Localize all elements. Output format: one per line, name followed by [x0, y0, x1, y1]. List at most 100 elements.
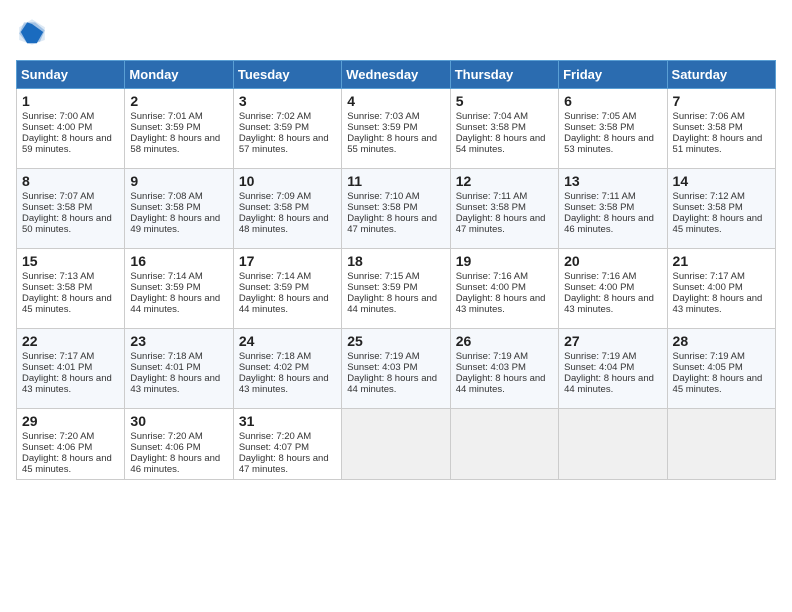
calendar-cell: 15Sunrise: 7:13 AMSunset: 3:58 PMDayligh… [17, 249, 125, 329]
calendar-cell: 24Sunrise: 7:18 AMSunset: 4:02 PMDayligh… [233, 329, 341, 409]
sunrise: Sunrise: 7:20 AM [22, 431, 94, 442]
calendar-cell: 12Sunrise: 7:11 AMSunset: 3:58 PMDayligh… [450, 169, 558, 249]
calendar-table: SundayMondayTuesdayWednesdayThursdayFrid… [16, 60, 776, 480]
day-number: 19 [456, 253, 553, 269]
day-number: 10 [239, 173, 336, 189]
daylight: Daylight: 8 hours and 58 minutes. [130, 133, 220, 155]
day-number: 8 [22, 173, 119, 189]
calendar-cell [559, 409, 667, 480]
daylight: Daylight: 8 hours and 45 minutes. [673, 373, 763, 395]
calendar-cell: 22Sunrise: 7:17 AMSunset: 4:01 PMDayligh… [17, 329, 125, 409]
daylight: Daylight: 8 hours and 47 minutes. [347, 213, 437, 235]
sunset: Sunset: 3:59 PM [347, 122, 417, 133]
calendar-cell: 30Sunrise: 7:20 AMSunset: 4:06 PMDayligh… [125, 409, 233, 480]
day-number: 4 [347, 93, 444, 109]
daylight: Daylight: 8 hours and 46 minutes. [564, 213, 654, 235]
sunset: Sunset: 4:00 PM [673, 282, 743, 293]
calendar-cell: 14 Sunrise: 7:12 AMSunset: 3:58 PMDayligh… [667, 169, 775, 249]
daylight: Daylight: 8 hours and 48 minutes. [239, 213, 329, 235]
sunset: Sunset: 3:58 PM [673, 202, 743, 213]
sunrise: Sunrise: 7:05 AM [564, 111, 636, 122]
daylight: Daylight: 8 hours and 47 minutes. [456, 213, 546, 235]
day-number: 15 [22, 253, 119, 269]
calendar-week-row: 29Sunrise: 7:20 AMSunset: 4:06 PMDayligh… [17, 409, 776, 480]
sunset: Sunset: 3:58 PM [673, 122, 743, 133]
day-number: 17 [239, 253, 336, 269]
sunset: Sunset: 4:01 PM [22, 362, 92, 373]
calendar-cell: 2Sunrise: 7:01 AMSunset: 3:59 PMDaylight… [125, 89, 233, 169]
sunset: Sunset: 3:58 PM [239, 202, 309, 213]
sunrise: Sunrise: 7:19 AM [673, 351, 745, 362]
calendar-cell: 25Sunrise: 7:19 AMSunset: 4:03 PMDayligh… [342, 329, 450, 409]
sunrise: Sunrise: 7:17 AM [673, 271, 745, 282]
calendar-cell: 20Sunrise: 7:16 AMSunset: 4:00 PMDayligh… [559, 249, 667, 329]
day-number: 27 [564, 333, 661, 349]
day-number: 31 [239, 413, 336, 429]
day-header-monday: Monday [125, 61, 233, 89]
day-number: 28 [673, 333, 770, 349]
daylight: Daylight: 8 hours and 44 minutes. [456, 373, 546, 395]
sunset: Sunset: 3:58 PM [130, 202, 200, 213]
calendar-cell: 7Sunrise: 7:06 AMSunset: 3:58 PMDaylight… [667, 89, 775, 169]
daylight: Daylight: 8 hours and 43 minutes. [239, 373, 329, 395]
daylight: Daylight: 8 hours and 54 minutes. [456, 133, 546, 155]
day-number: 2 [130, 93, 227, 109]
sunrise: Sunrise: 7:10 AM [347, 191, 419, 202]
day-number: 9 [130, 173, 227, 189]
sunrise: Sunrise: 7:20 AM [239, 431, 311, 442]
calendar-cell: 23Sunrise: 7:18 AMSunset: 4:01 PMDayligh… [125, 329, 233, 409]
day-number: 14 [673, 173, 770, 189]
daylight: Daylight: 8 hours and 44 minutes. [130, 293, 220, 315]
daylight: Daylight: 8 hours and 43 minutes. [130, 373, 220, 395]
sunset: Sunset: 4:03 PM [347, 362, 417, 373]
sunset: Sunset: 4:01 PM [130, 362, 200, 373]
sunset: Sunset: 3:58 PM [564, 202, 634, 213]
daylight: Daylight: 8 hours and 45 minutes. [673, 213, 763, 235]
logo-icon [16, 16, 48, 48]
day-header-tuesday: Tuesday [233, 61, 341, 89]
sunset: Sunset: 3:59 PM [130, 282, 200, 293]
sunrise: Sunrise: 7:14 AM [239, 271, 311, 282]
sunset: Sunset: 4:06 PM [22, 442, 92, 453]
calendar-cell: 21Sunrise: 7:17 AMSunset: 4:00 PMDayligh… [667, 249, 775, 329]
sunrise: Sunrise: 7:09 AM [239, 191, 311, 202]
sunrise: Sunrise: 7:19 AM [564, 351, 636, 362]
calendar-cell [667, 409, 775, 480]
sunset: Sunset: 4:04 PM [564, 362, 634, 373]
sunrise: Sunrise: 7:11 AM [564, 191, 636, 202]
calendar-cell: 29Sunrise: 7:20 AMSunset: 4:06 PMDayligh… [17, 409, 125, 480]
sunset: Sunset: 3:59 PM [239, 122, 309, 133]
sunrise: Sunrise: 7:18 AM [239, 351, 311, 362]
day-header-saturday: Saturday [667, 61, 775, 89]
sunrise: Sunrise: 7:16 AM [456, 271, 528, 282]
day-number: 16 [130, 253, 227, 269]
sunrise: Sunrise: 7:06 AM [673, 111, 745, 122]
sunset: Sunset: 4:00 PM [22, 122, 92, 133]
sunrise: Sunrise: 7:00 AM [22, 111, 94, 122]
calendar-cell: 4Sunrise: 7:03 AMSunset: 3:59 PMDaylight… [342, 89, 450, 169]
day-number: 1 [22, 93, 119, 109]
sunset: Sunset: 4:00 PM [456, 282, 526, 293]
calendar-cell: 11Sunrise: 7:10 AMSunset: 3:58 PMDayligh… [342, 169, 450, 249]
sunrise: Sunrise: 7:08 AM [130, 191, 202, 202]
sunset: Sunset: 4:05 PM [673, 362, 743, 373]
daylight: Daylight: 8 hours and 43 minutes. [564, 293, 654, 315]
daylight: Daylight: 8 hours and 44 minutes. [239, 293, 329, 315]
daylight: Daylight: 8 hours and 53 minutes. [564, 133, 654, 155]
day-header-wednesday: Wednesday [342, 61, 450, 89]
sunset: Sunset: 3:58 PM [456, 122, 526, 133]
calendar-cell: 3Sunrise: 7:02 AMSunset: 3:59 PMDaylight… [233, 89, 341, 169]
day-number: 29 [22, 413, 119, 429]
day-header-thursday: Thursday [450, 61, 558, 89]
sunrise: Sunrise: 7:16 AM [564, 271, 636, 282]
sunrise: Sunrise: 7:19 AM [456, 351, 528, 362]
sunrise: Sunrise: 7:13 AM [22, 271, 94, 282]
sunrise: Sunrise: 7:01 AM [130, 111, 202, 122]
sunset: Sunset: 3:58 PM [22, 282, 92, 293]
daylight: Daylight: 8 hours and 49 minutes. [130, 213, 220, 235]
calendar-cell: 10 Sunrise: 7:09 AMSunset: 3:58 PMDayligh… [233, 169, 341, 249]
sunrise: Sunrise: 7:12 AM [673, 191, 745, 202]
day-number: 7 [673, 93, 770, 109]
daylight: Daylight: 8 hours and 55 minutes. [347, 133, 437, 155]
sunrise: Sunrise: 7:20 AM [130, 431, 202, 442]
